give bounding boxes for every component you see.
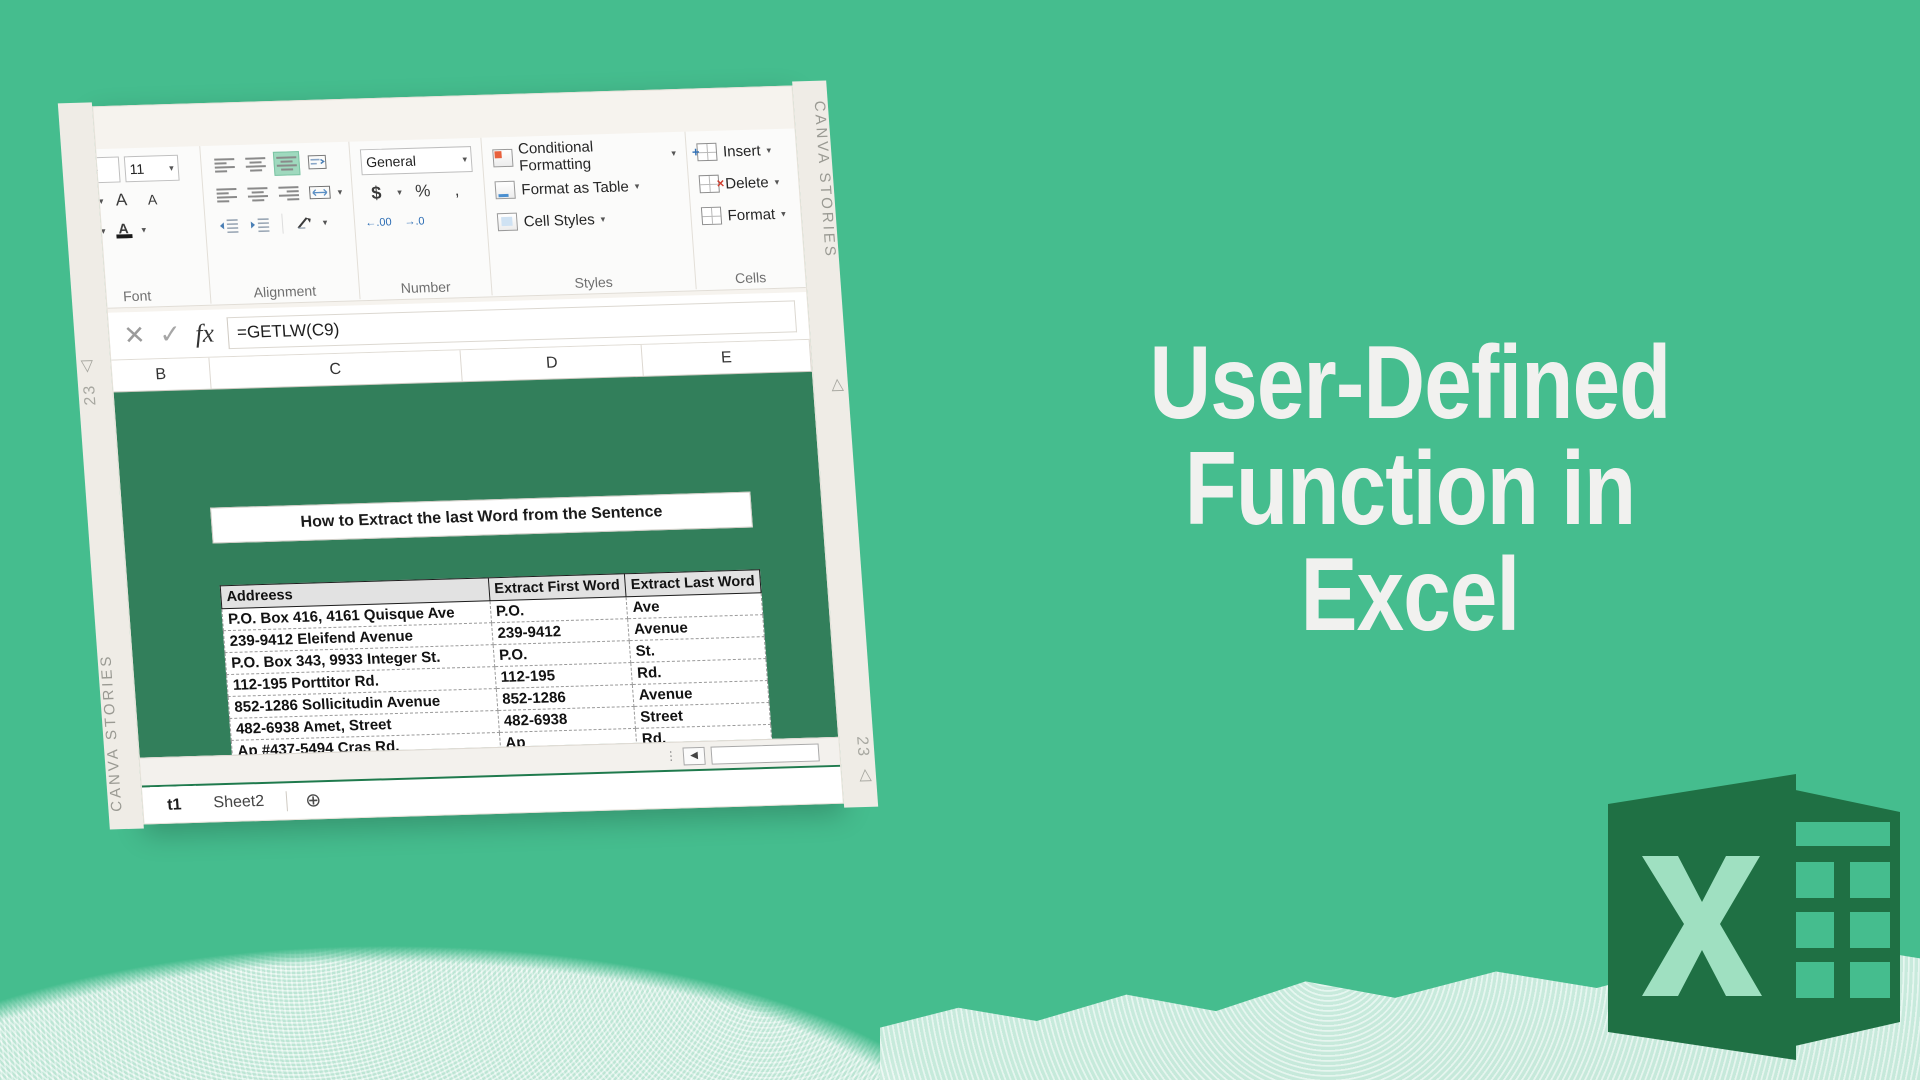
decrease-indent-button[interactable] [215, 213, 243, 238]
headline-line-2: Function in [1184, 431, 1636, 548]
ribbon-group-label-styles: Styles [573, 273, 614, 291]
sheet-tab-sheet2[interactable]: Sheet2 [196, 783, 281, 821]
styles-item-label: Conditional Formatting [517, 138, 594, 175]
sheet-tab-sheet1[interactable]: t1 [149, 785, 199, 824]
page-marker-right: △ [827, 373, 846, 396]
increase-decimal-button[interactable]: ←.00 [365, 210, 393, 235]
styles-menu-item[interactable]: Cell Styles ▾ [497, 204, 682, 235]
cells-item-icon: + [691, 142, 718, 162]
align-middle-button[interactable] [242, 152, 270, 177]
column-header-b[interactable]: B [111, 357, 212, 392]
styles-item-icon [492, 148, 514, 168]
styles-menu-item[interactable]: Conditional Formatting ▾ [492, 138, 677, 175]
split-grip-icon[interactable]: ⋮ [665, 749, 678, 763]
styles-item-icon [494, 180, 517, 200]
decrease-decimal-button[interactable]: →.0 [401, 209, 429, 234]
ribbon-group-label-font: Font [122, 287, 152, 305]
excel-logo [1600, 760, 1900, 1060]
wrap-text-button[interactable] [304, 150, 332, 175]
cells-item-label: Delete [724, 173, 770, 192]
ribbon-group-font: \u25be 11 ▾ U ▾ A A [92, 146, 212, 309]
font-size-field[interactable]: 11 ▾ [123, 154, 180, 183]
cancel-icon[interactable]: ✕ [122, 320, 146, 352]
cells-item-label: Format [726, 205, 776, 224]
shrink-font-button[interactable]: A [139, 187, 167, 212]
chevron-down-icon[interactable]: ▾ [781, 208, 786, 219]
scroll-left-button[interactable]: ◀ [682, 746, 706, 765]
align-left-button[interactable] [213, 183, 241, 208]
cells-item-icon [700, 206, 723, 226]
styles-item-label: Cell Styles [523, 210, 596, 230]
column-header-d[interactable]: D [460, 344, 645, 382]
orientation-button[interactable] [291, 211, 319, 236]
cells-item-label: Insert [722, 141, 762, 161]
ribbon-group-label-cells: Cells [734, 269, 767, 287]
font-color-button[interactable]: A [118, 220, 129, 236]
enter-icon[interactable]: ✓ [158, 319, 182, 351]
scrollbar-thumb[interactable] [710, 742, 820, 765]
tab-divider [285, 791, 288, 812]
chevron-down-icon[interactable]: ▾ [774, 176, 779, 187]
formula-input[interactable]: =GETLW(C9) [226, 299, 798, 349]
chevron-down-icon[interactable]: ▾ [671, 147, 676, 158]
page-title: User-Defined Function in Excel [1123, 330, 1697, 648]
font-color-swatch [115, 233, 133, 239]
chevron-down-icon[interactable]: ▾ [169, 162, 174, 173]
underline-chevron-icon[interactable]: ▾ [99, 195, 104, 206]
number-format-chevron-icon[interactable]: ▾ [462, 154, 467, 165]
headline-line-1: User-Defined [1149, 325, 1672, 441]
poster-canvas: User-Defined Function in Excel CANVA STO… [0, 0, 1920, 1080]
number-format-select[interactable]: General ▾ [360, 146, 474, 176]
sheet-title-cell[interactable]: How to Extract the last Word from the Se… [210, 491, 753, 544]
excel-ribbon: \u25be 11 ▾ U ▾ A A [92, 128, 806, 309]
currency-chevron-icon[interactable]: ▾ [397, 187, 402, 198]
percent-button[interactable]: % [409, 179, 437, 204]
toolbar-divider [281, 213, 284, 234]
merge-and-center-button[interactable] [306, 180, 334, 205]
align-center-button[interactable] [244, 182, 272, 207]
cells-menu-item[interactable]: + Insert ▾ [691, 137, 787, 166]
chevron-down-icon[interactable]: ▾ [766, 145, 771, 156]
ribbon-group-styles: Conditional Formatting ▾ Format as Table ▾ C… [481, 131, 697, 296]
merge-chevron-icon[interactable]: ▾ [337, 186, 342, 197]
styles-menu-item[interactable]: Format as Table ▾ [494, 172, 679, 203]
ribbon-group-cells: + Insert ▾ × Delete ▾ Format ▾ Cells [685, 128, 805, 289]
grow-font-button[interactable]: A [108, 188, 136, 213]
ribbon-group-number: General ▾ $ ▾ % , ←.00 →.0 Number [349, 137, 493, 300]
page-marker-right-bottom: 23 △ [853, 735, 874, 786]
chevron-down-icon[interactable]: ▾ [634, 181, 639, 192]
font-size-value: 11 [129, 160, 145, 178]
cells-menu-item[interactable]: × Delete ▾ [698, 169, 789, 198]
comma-style-button[interactable]: , [443, 178, 471, 203]
cells-menu-item[interactable]: Format ▾ [700, 201, 792, 230]
ribbon-group-label-alignment: Alignment [253, 282, 317, 301]
add-sheet-button[interactable]: ⊕ [292, 782, 335, 819]
align-right-button[interactable] [275, 181, 303, 206]
cells-item-icon: × [698, 174, 725, 194]
increase-indent-button[interactable] [246, 212, 274, 237]
number-format-value: General [365, 152, 417, 171]
column-header-e[interactable]: E [642, 339, 812, 376]
page-marker-left: 23 △ [78, 356, 100, 406]
formula-value: =GETLW(C9) [236, 319, 340, 342]
styles-item-label: Format as Table [520, 177, 630, 199]
headline-line-3: Excel [1300, 537, 1521, 654]
chevron-down-icon[interactable]: ▾ [600, 214, 605, 225]
data-table: Addreess Extract First Word Extract Last W… [219, 569, 778, 758]
font-color-chevron-icon[interactable]: ▾ [141, 224, 146, 235]
ribbon-group-alignment: ▾ ▾ Alignment [199, 141, 361, 304]
align-top-button[interactable] [211, 153, 239, 178]
ribbon-group-label-number: Number [400, 278, 452, 297]
align-bottom-button[interactable] [272, 151, 301, 176]
insert-function-icon[interactable]: fx [194, 318, 215, 348]
excel-screenshot-card: CANVA STORIES CANVA STORIES 23 △ △ 23 △ … [57, 80, 879, 830]
fill-color-chevron-icon[interactable]: ▾ [101, 225, 106, 236]
orientation-chevron-icon[interactable]: ▾ [322, 217, 327, 228]
currency-button[interactable]: $ [362, 180, 390, 205]
spreadsheet-canvas: How to Extract the last Word from the Se… [113, 371, 839, 758]
styles-item-icon [497, 212, 519, 232]
